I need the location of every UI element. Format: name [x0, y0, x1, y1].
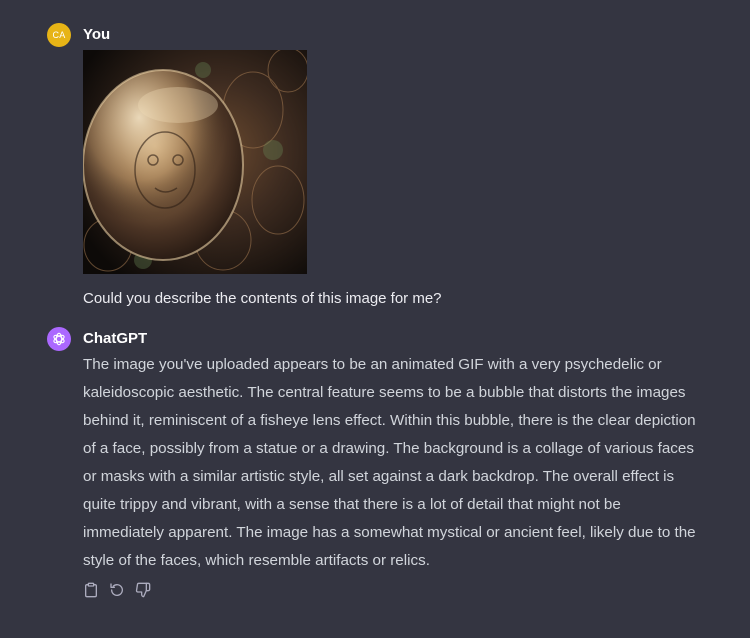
- user-avatar: CA: [47, 23, 71, 47]
- attached-image[interactable]: [83, 50, 307, 274]
- user-name: You: [83, 26, 111, 43]
- copy-button[interactable]: [82, 581, 100, 599]
- regenerate-icon: [110, 583, 123, 596]
- assistant-message: The image you've uploaded appears to be …: [83, 356, 696, 569]
- thumbs-down-icon: [135, 582, 151, 598]
- copy-icon: [85, 582, 97, 598]
- message-actions: [82, 581, 152, 599]
- thumbs-down-button[interactable]: [134, 581, 152, 599]
- assistant-name: ChatGPT: [83, 330, 148, 347]
- chat-thread: CA You Could you describe the contents o…: [0, 0, 750, 638]
- regenerate-button[interactable]: [108, 581, 126, 599]
- chatgpt-avatar: [47, 327, 71, 351]
- psychedelic-image: [83, 50, 307, 274]
- user-message: Could you describe the contents of this …: [83, 290, 442, 307]
- openai-logo-icon: [53, 332, 65, 346]
